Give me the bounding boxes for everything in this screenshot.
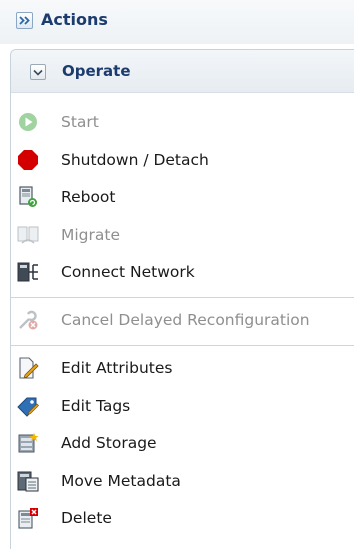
menu-item-reboot[interactable]: Reboot [17,183,337,211]
double-chevron-right-icon[interactable] [16,12,33,29]
menu-item-shutdown-detach[interactable]: Shutdown / Detach [17,146,337,174]
separator [10,297,354,298]
menu-item-label: Edit Tags [61,397,131,415]
reboot-icon [17,186,39,208]
menu-item-edit-tags[interactable]: Edit Tags [17,392,337,420]
delete-icon [17,507,39,529]
separator [10,345,354,346]
operate-header[interactable]: Operate [11,50,354,93]
menu-item-add-storage[interactable]: Add Storage [17,429,337,457]
cancel-reconfig-icon [17,309,39,331]
menu-item-cancel-delayed-reconfiguration[interactable]: Cancel Delayed Reconfiguration [17,306,337,334]
play-icon [17,111,39,133]
menu-item-delete[interactable]: Delete [17,504,337,532]
chevron-down-icon[interactable] [30,64,46,80]
menu-item-move-metadata[interactable]: Move Metadata [17,467,337,495]
menu-item-label: Add Storage [61,434,157,452]
menu-item-label: Start [61,113,99,131]
menu-item-label: Delete [61,509,112,527]
migrate-icon [17,224,39,246]
menu-item-label: Move Metadata [61,472,181,490]
edit-attributes-icon [17,357,39,379]
metadata-icon [17,470,39,492]
network-icon [17,261,39,283]
menu-item-migrate[interactable]: Migrate [17,221,337,249]
actions-title: Actions [41,10,108,29]
operate-title: Operate [62,62,131,80]
menu-item-start[interactable]: Start [17,108,337,136]
menu-item-connect-network[interactable]: Connect Network [17,258,337,286]
storage-icon [17,432,39,454]
tag-icon [17,395,39,417]
menu-item-label: Connect Network [61,263,195,281]
menu-item-label: Cancel Delayed Reconfiguration [61,311,310,329]
stop-octagon-icon [17,149,39,171]
menu-item-edit-attributes[interactable]: Edit Attributes [17,354,337,382]
menu-item-label: Migrate [61,226,121,244]
menu-item-label: Edit Attributes [61,359,173,377]
menu-item-label: Shutdown / Detach [61,151,209,169]
actions-header: Actions [0,0,354,44]
menu-item-label: Reboot [61,188,116,206]
